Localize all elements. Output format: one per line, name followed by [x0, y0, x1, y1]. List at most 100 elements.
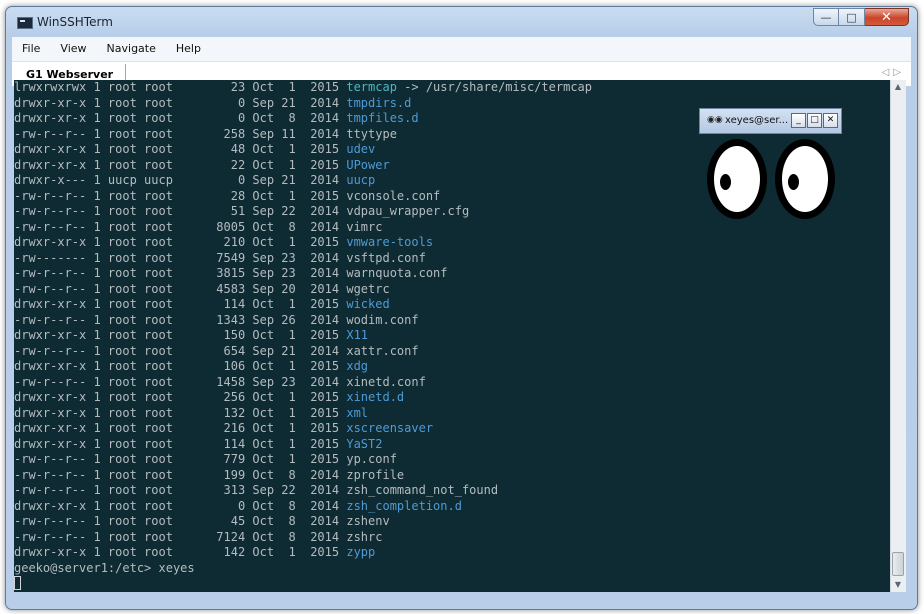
terminal-line: -rw-r--r-- 1 root root 8005 Oct 8 2014 v…	[14, 220, 592, 236]
file-meta: drwxr-xr-x 1 root root 150 Oct 1 2015	[14, 328, 347, 342]
xeyes-close-button[interactable]: ✕	[823, 113, 838, 128]
file-name: wicked	[346, 297, 390, 311]
terminal-line: drwxr-xr-x 1 root root 150 Oct 1 2015 X1…	[14, 328, 592, 344]
file-meta: drwxr-xr-x 1 root root 256 Oct 1 2015	[14, 390, 347, 404]
file-name: zshrc	[346, 529, 383, 544]
file-name: UPower	[346, 157, 390, 172]
file-name: udev	[346, 142, 376, 156]
file-name: zsh_command_not_found	[346, 483, 499, 497]
file-name: termcap	[346, 80, 397, 94]
window-title: WinSSHTerm	[37, 15, 113, 29]
terminal-line: drwxr-xr-x 1 root root 106 Oct 1 2015 xd…	[14, 359, 592, 375]
close-button[interactable]: ✕	[865, 8, 909, 26]
title-bar[interactable]: WinSSHTerm — □ ✕	[6, 7, 917, 37]
terminal-line: drwxr-xr-x 1 root root 22 Oct 1 2015 UPo…	[14, 158, 592, 174]
file-meta: drwxr-xr-x 1 root root 114 Oct 1 2015	[14, 297, 347, 311]
terminal-line: -rw-r--r-- 1 root root 779 Oct 1 2015 yp…	[14, 452, 592, 468]
xeyes-controls: _ □ ✕	[790, 113, 838, 128]
menu-bar: File View Navigate Help	[12, 37, 911, 62]
xeyes-title: xeyes@ser...	[725, 115, 789, 126]
terminal-line: drwxr-xr-x 1 root root 210 Oct 1 2015 vm…	[14, 235, 592, 251]
terminal-line: drwxr-xr-x 1 root root 142 Oct 1 2015 zy…	[14, 545, 592, 561]
terminal-line: drwxr-xr-x 1 root root 0 Sep 21 2014 tmp…	[14, 96, 592, 112]
file-meta: -rw-r--r-- 1 root root 7124 Oct 8 2014	[14, 529, 347, 544]
scroll-thumb[interactable]	[892, 552, 904, 576]
terminal-line: -rw-r--r-- 1 root root 654 Sep 21 2014 x…	[14, 344, 592, 360]
file-meta: drwxr-xr-x 1 root root 142 Oct 1 2015	[14, 545, 347, 559]
xeyes-window-titlebar[interactable]: ◉◉ xeyes@ser... _ □ ✕	[699, 108, 842, 134]
file-meta: drwxr-xr-x 1 root root 0 Oct 8 2014	[14, 498, 347, 513]
terminal-line: -rw------- 1 root root 7549 Sep 23 2014 …	[14, 251, 592, 267]
maximize-button[interactable]: □	[839, 8, 865, 26]
menu-help[interactable]: Help	[166, 37, 211, 61]
file-name: YaST2	[346, 436, 383, 451]
menu-file[interactable]: File	[12, 37, 50, 61]
file-meta: -rw-r--r-- 1 root root 199 Oct 8 2014	[14, 467, 347, 482]
file-meta: -rw-r--r-- 1 root root 1343 Sep 26 2014	[14, 312, 347, 327]
terminal-line: -rw-r--r-- 1 root root 4583 Sep 20 2014 …	[14, 282, 592, 298]
minimize-button[interactable]: —	[813, 8, 839, 26]
terminal-line: -rw-r--r-- 1 root root 313 Sep 22 2014 z…	[14, 483, 592, 499]
file-meta: -rw-r--r-- 1 root root 258 Sep 11 2014	[14, 126, 347, 141]
file-meta: -rw-r--r-- 1 root root 45 Oct 8 2014	[14, 514, 347, 528]
file-meta: -rw-r--r-- 1 root root 4583 Sep 20 2014	[14, 281, 347, 296]
xeyes-eyes	[707, 139, 837, 219]
terminal-line: -rw-r--r-- 1 root root 7124 Oct 8 2014 z…	[14, 530, 592, 546]
close-icon: ✕	[881, 9, 892, 25]
xeyes-minimize-button[interactable]: _	[791, 113, 806, 128]
terminal-lines: lrwxrwxrwx 1 root root 23 Oct 1 2015 ter…	[14, 80, 592, 592]
menu-view[interactable]: View	[50, 37, 96, 61]
file-meta: -rw-r--r-- 1 root root 313 Sep 22 2014	[14, 483, 347, 497]
left-eye	[707, 139, 767, 219]
file-meta: -rw------- 1 root root 7549 Sep 23 2014	[14, 250, 347, 265]
terminal-line: drwxr-xr-x 1 root root 48 Oct 1 2015 ude…	[14, 142, 592, 158]
file-name: xattr.conf	[346, 343, 419, 358]
file-name: yp.conf	[346, 452, 397, 466]
file-name: warnquota.conf	[346, 266, 448, 280]
terminal-line: -rw-r--r-- 1 root root 45 Oct 8 2014 zsh…	[14, 514, 592, 530]
file-name: tmpdirs.d	[346, 95, 412, 110]
file-name: vsftpd.conf	[346, 250, 426, 265]
text-cursor	[14, 576, 21, 590]
terminal-line: drwxr-xr-x 1 root root 0 Oct 8 2014 tmpf…	[14, 111, 592, 127]
file-name: zprofile	[346, 467, 405, 482]
scroll-down-icon[interactable]: ▼	[893, 580, 903, 590]
file-name: vconsole.conf	[346, 188, 441, 203]
terminal-line: drwxr-x--- 1 uucp uucp 0 Sep 21 2014 uuc…	[14, 173, 592, 189]
shell-prompt: geeko@server1:/etc> xeyes	[14, 560, 195, 575]
terminal-line: -rw-r--r-- 1 root root 1343 Sep 26 2014 …	[14, 313, 592, 329]
terminal-line: drwxr-xr-x 1 root root 132 Oct 1 2015 xm…	[14, 406, 592, 422]
file-name: zsh_completion.d	[346, 498, 462, 513]
file-name: tmpfiles.d	[346, 111, 419, 125]
file-name: vmware-tools	[346, 235, 434, 249]
terminal-line: -rw-r--r-- 1 root root 28 Oct 1 2015 vco…	[14, 189, 592, 205]
left-pupil	[720, 174, 731, 190]
window-controls: — □ ✕	[813, 8, 909, 26]
tab-scroll-arrows[interactable]: ◁▷	[882, 67, 905, 78]
file-meta: -rw-r--r-- 1 root root 1458 Sep 23 2014	[14, 374, 347, 389]
file-name: zypp	[346, 545, 376, 559]
file-meta: -rw-r--r-- 1 root root 654 Sep 21 2014	[14, 343, 347, 358]
right-eye	[775, 139, 835, 219]
menu-navigate[interactable]: Navigate	[97, 37, 166, 61]
file-meta: drwxr-xr-x 1 root root 0 Sep 21 2014	[14, 95, 347, 110]
file-meta: drwxr-xr-x 1 root root 48 Oct 1 2015	[14, 142, 347, 156]
file-meta: drwxr-xr-x 1 root root 114 Oct 1 2015	[14, 436, 347, 451]
terminal-line: -rw-r--r-- 1 root root 3815 Sep 23 2014 …	[14, 266, 592, 282]
terminal-line: drwxr-xr-x 1 root root 114 Oct 1 2015 wi…	[14, 297, 592, 313]
scroll-up-icon[interactable]: ▲	[893, 82, 903, 92]
terminal-scrollbar[interactable]: ▲ ▼	[890, 80, 906, 592]
terminal-line: drwxr-xr-x 1 root root 0 Oct 8 2014 zsh_…	[14, 499, 592, 515]
file-meta: drwxr-xr-x 1 root root 106 Oct 1 2015	[14, 359, 347, 373]
terminal-app-icon	[17, 17, 33, 29]
file-name: xinetd.conf	[346, 374, 426, 389]
file-name: vimrc	[346, 219, 383, 234]
file-name: wgetrc	[346, 281, 390, 296]
terminal-line: -rw-r--r-- 1 root root 258 Sep 11 2014 t…	[14, 127, 592, 143]
terminal-line: drwxr-xr-x 1 root root 256 Oct 1 2015 xi…	[14, 390, 592, 406]
minimize-icon: —	[820, 10, 832, 24]
file-meta: -rw-r--r-- 1 root root 51 Sep 22 2014	[14, 204, 347, 218]
xeyes-maximize-button[interactable]: □	[807, 113, 822, 128]
file-meta: drwxr-xr-x 1 root root 132 Oct 1 2015	[14, 405, 347, 420]
file-name: xscreensaver	[346, 421, 434, 435]
